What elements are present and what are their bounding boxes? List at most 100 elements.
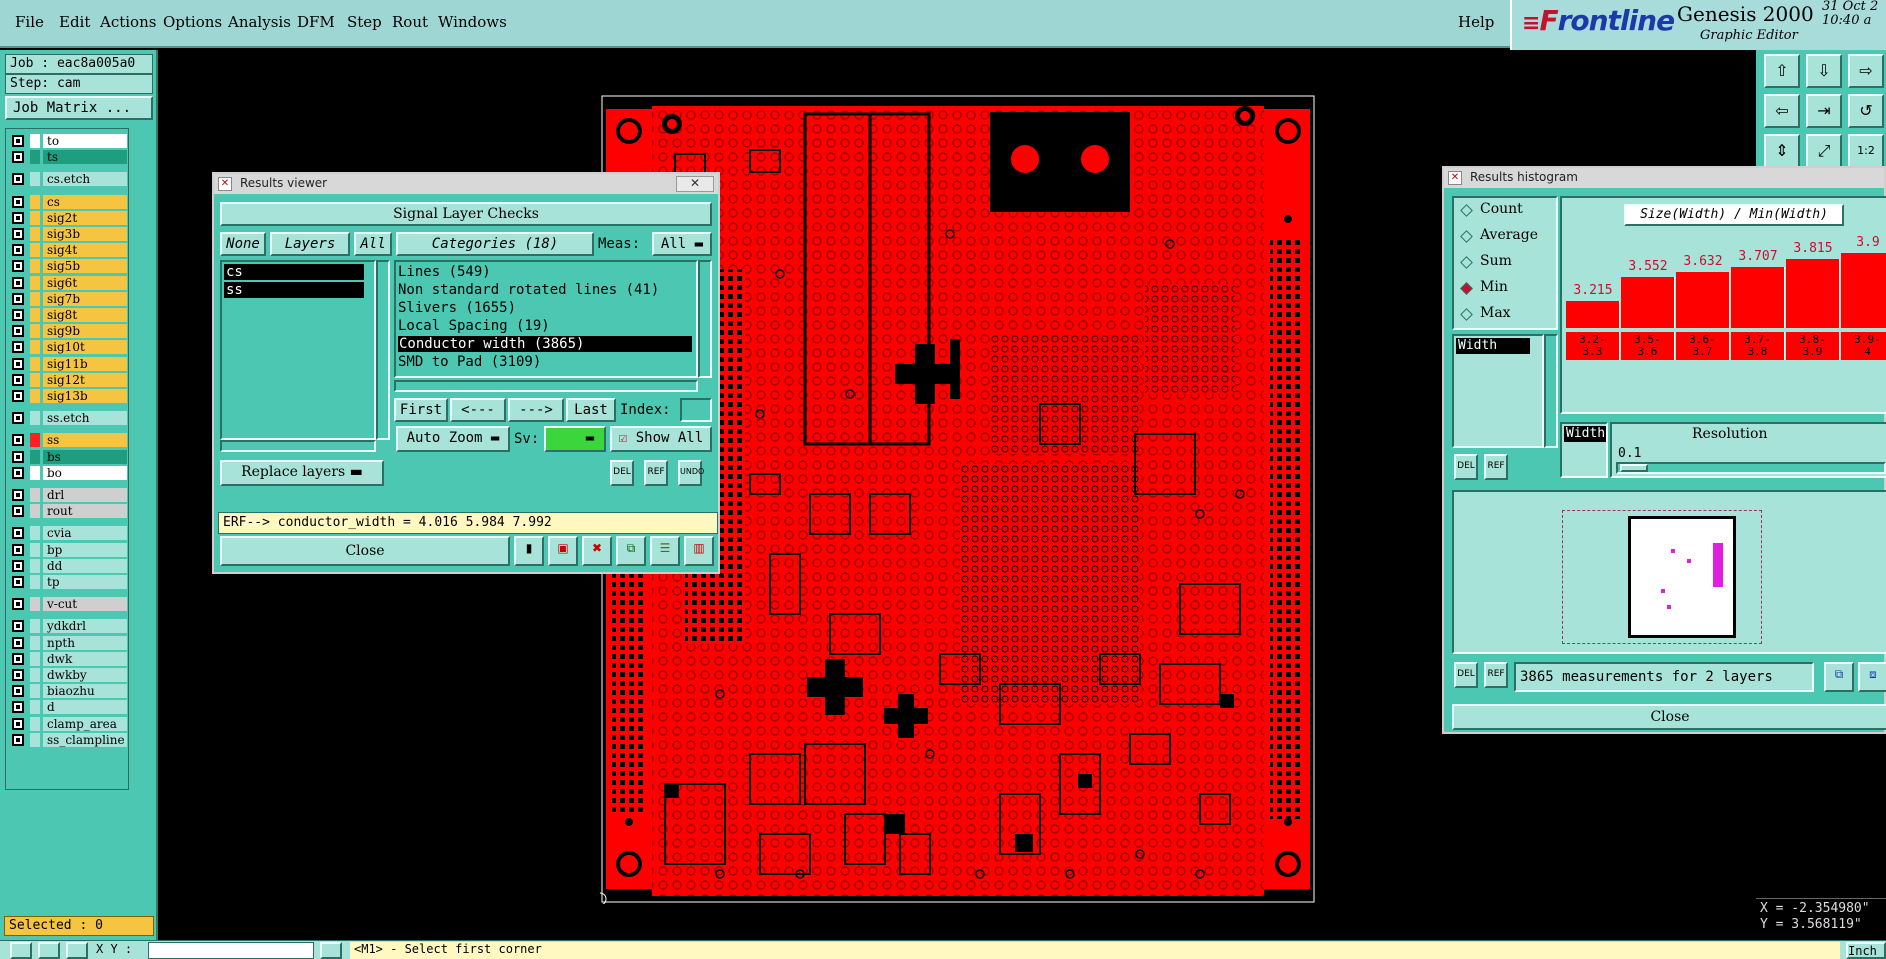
option-sum[interactable]: Sum	[1480, 253, 1512, 269]
index-input[interactable]	[680, 398, 712, 422]
category-item[interactable]: Lines (549)	[398, 264, 491, 280]
layer-color-swatch[interactable]	[30, 340, 40, 355]
layer-checkbox[interactable]	[12, 701, 24, 714]
tool-ratio-icon[interactable]: 1:2	[1848, 134, 1884, 168]
layer-name[interactable]: bo	[43, 465, 127, 480]
field-item-width[interactable]: Width	[1456, 338, 1530, 354]
layer-checkbox[interactable]	[12, 620, 24, 633]
layer-row[interactable]: biaozhu	[6, 683, 130, 699]
layer-color-swatch[interactable]	[30, 465, 40, 480]
layer-name[interactable]: cs.etch	[43, 172, 127, 187]
layer-name[interactable]: ts	[43, 150, 127, 165]
hist-close-button[interactable]: Close	[1452, 704, 1886, 730]
category-item[interactable]: SMD to Pad (3109)	[398, 354, 541, 370]
width-list[interactable]: Width	[1560, 422, 1608, 478]
layer-checkbox[interactable]	[12, 228, 24, 240]
layer-row[interactable]: sig9b	[6, 323, 130, 339]
layer-list-scrollbar[interactable]	[376, 260, 390, 440]
layer-color-swatch[interactable]	[30, 411, 40, 426]
preview-del-button[interactable]: DEL	[1454, 662, 1478, 688]
sv-color-dropdown[interactable]: ▬	[544, 426, 606, 452]
layer-name[interactable]: sig8t	[43, 308, 127, 322]
layer-row[interactable]: ss_clampline	[6, 732, 130, 748]
category-item-selected[interactable]: Conductor width (3865)	[398, 336, 692, 352]
category-item[interactable]: Slivers (1655)	[398, 300, 516, 316]
menu-help[interactable]: Help	[1458, 13, 1494, 31]
window-menu-icon[interactable]: ✕	[218, 177, 232, 191]
layer-name[interactable]: sig2t	[43, 210, 127, 225]
layer-color-swatch[interactable]	[30, 324, 40, 339]
layer-name[interactable]: dwk	[43, 651, 127, 666]
layer-result-cs[interactable]: cs	[224, 264, 364, 280]
layer-name[interactable]: rout	[43, 504, 127, 519]
tool-right-icon[interactable]: ⇨	[1848, 54, 1884, 88]
layer-checkbox[interactable]	[12, 733, 24, 746]
layer-row[interactable]: cvia	[6, 525, 130, 541]
layer-checkbox[interactable]	[12, 390, 24, 402]
histogram-bar[interactable]	[1566, 301, 1620, 328]
menu-dfm[interactable]: DFM	[297, 13, 335, 31]
hist-del-button[interactable]: DEL	[1454, 454, 1478, 480]
status-select-icon[interactable]	[10, 942, 32, 959]
layer-checkbox[interactable]	[12, 543, 24, 556]
layer-color-swatch[interactable]	[30, 275, 40, 290]
radio-min-selected[interactable]	[1460, 282, 1473, 295]
layer-row[interactable]: dd	[6, 558, 130, 574]
layer-row[interactable]: dwk	[6, 651, 130, 667]
layer-color-swatch[interactable]	[30, 504, 40, 519]
first-button[interactable]: First	[394, 398, 448, 422]
layer-row[interactable]: tp	[6, 574, 130, 590]
layer-row[interactable]: sig12t	[6, 372, 130, 388]
layer-name[interactable]: ss_clampline	[43, 732, 127, 747]
layer-name[interactable]: sig10t	[43, 340, 127, 355]
layer-name[interactable]: ydkdrl	[43, 619, 127, 634]
layer-name[interactable]: cs	[43, 194, 127, 209]
tool-zoom-fit-icon[interactable]: ⇕	[1764, 134, 1800, 168]
categories-button[interactable]: Categories (18)	[396, 232, 594, 256]
menu-actions[interactable]: Actions	[100, 13, 156, 31]
clear-icon[interactable]: ✖	[582, 536, 612, 566]
layer-checkbox[interactable]	[12, 652, 24, 665]
menu-file[interactable]: File	[15, 13, 44, 31]
histogram-bar[interactable]	[1676, 272, 1730, 328]
menu-edit[interactable]: Edit	[59, 13, 90, 31]
layer-name[interactable]: bp	[43, 542, 127, 557]
tool-left-icon[interactable]: ⇦	[1764, 94, 1800, 128]
highlight-icon[interactable]: ▮	[514, 536, 544, 566]
layer-checkbox[interactable]	[12, 151, 24, 164]
layer-color-swatch[interactable]	[30, 433, 40, 448]
layer-row[interactable]: ss.etch	[6, 410, 130, 426]
layer-color-swatch[interactable]	[30, 172, 40, 187]
layer-name[interactable]: cvia	[43, 526, 127, 541]
menu-windows[interactable]: Windows	[438, 13, 507, 31]
layer-color-swatch[interactable]	[30, 259, 40, 274]
close-button[interactable]: Close	[220, 536, 510, 566]
layer-row[interactable]: bs	[6, 449, 130, 465]
status-grid-icon[interactable]	[66, 942, 88, 959]
layer-name[interactable]: sig9b	[43, 324, 127, 339]
layer-row[interactable]: sig5b	[6, 258, 130, 274]
layer-checkbox[interactable]	[12, 211, 24, 224]
tool-forward-icon[interactable]: ⇥	[1806, 94, 1842, 128]
layer-row[interactable]: v-cut	[6, 596, 130, 612]
histogram-bar[interactable]	[1731, 267, 1785, 328]
layer-name[interactable]: biaozhu	[43, 684, 127, 699]
auto-zoom-dropdown[interactable]: Auto Zoom ▬	[396, 426, 510, 452]
layer-checkbox[interactable]	[12, 276, 24, 289]
radio-count[interactable]	[1460, 204, 1473, 217]
layer-row[interactable]: sig6t	[6, 275, 130, 291]
layer-row[interactable]: dwkby	[6, 667, 130, 683]
layer-checkbox[interactable]	[12, 195, 24, 208]
layer-checkbox[interactable]	[12, 325, 24, 338]
layer-row[interactable]: sig11b	[6, 356, 130, 372]
resolution-slider[interactable]	[1616, 462, 1886, 474]
layer-name[interactable]: dwkby	[43, 668, 127, 682]
export-preview-icon[interactable]: ⧈	[1858, 662, 1886, 692]
layer-color-swatch[interactable]	[30, 134, 40, 148]
layer-checkbox[interactable]	[12, 341, 24, 354]
meas-dropdown[interactable]: All ▬	[652, 232, 712, 256]
units-button[interactable]: Inch	[1846, 942, 1886, 959]
layer-color-swatch[interactable]	[30, 619, 40, 634]
layer-color-swatch[interactable]	[30, 635, 40, 650]
layer-row[interactable]: drl	[6, 487, 130, 503]
